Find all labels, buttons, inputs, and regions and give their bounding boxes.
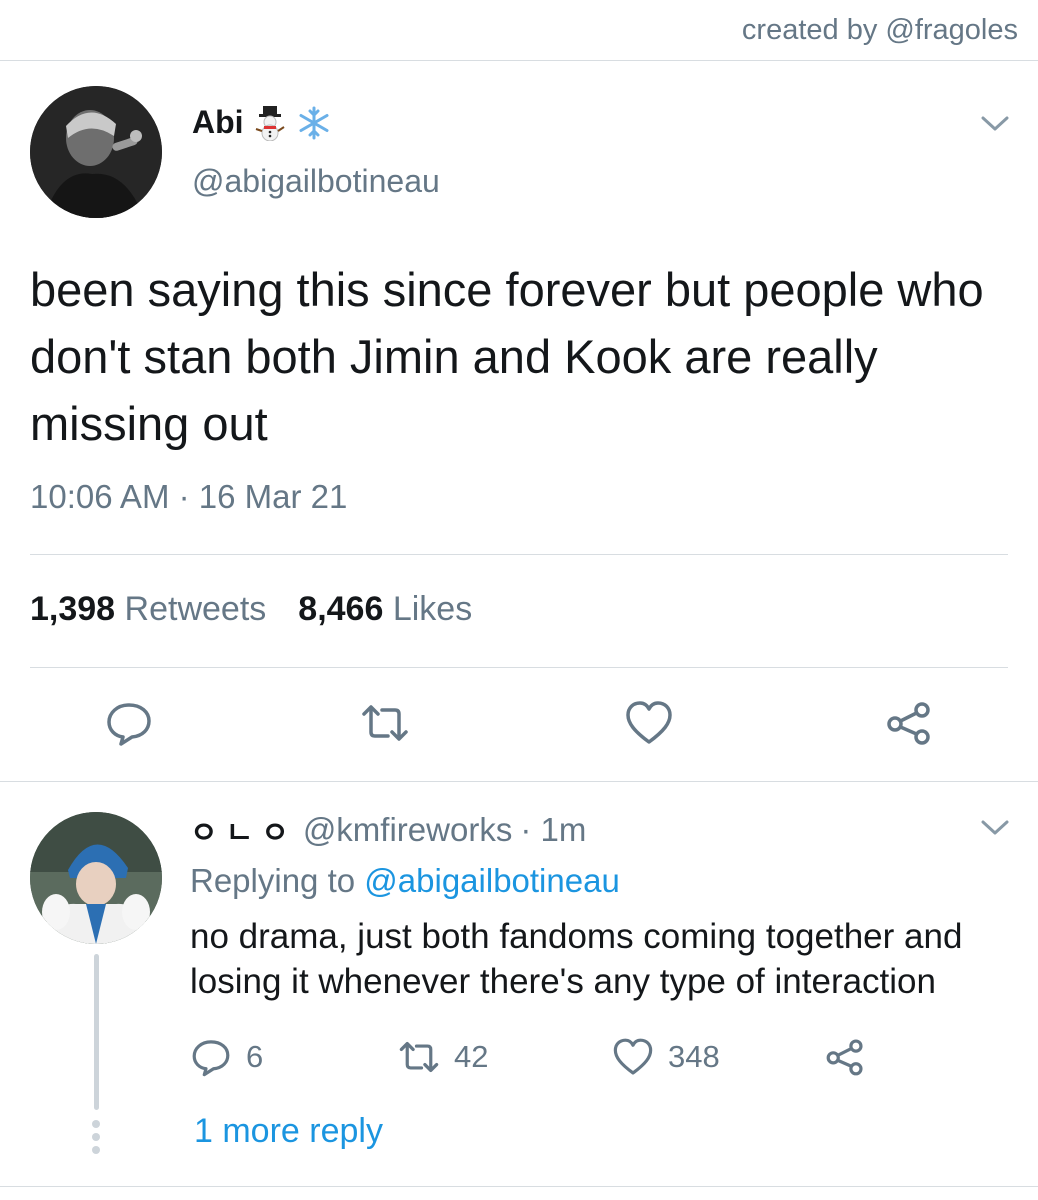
reply-author-avatar[interactable] xyxy=(30,812,162,944)
reply-header: ㅇㄴㅇ @kmfireworks · 1m xyxy=(190,808,586,852)
reply-time: · 1m xyxy=(520,811,587,848)
replying-to: Replying to @abigailbotineau xyxy=(190,862,620,900)
snowman-icon xyxy=(252,105,288,141)
top-divider xyxy=(0,60,1038,61)
reply-retweet-count: 42 xyxy=(454,1039,489,1074)
reply-retweet-action[interactable]: 42 xyxy=(398,1036,488,1078)
like-icon[interactable] xyxy=(624,698,674,748)
snowflake-icon xyxy=(296,105,332,141)
likes-stat[interactable]: 8,466 Likes xyxy=(298,590,472,629)
timestamp-separator: · xyxy=(178,478,190,515)
tweet-timestamp[interactable]: 10:06 AM · 16 Mar 21 xyxy=(30,478,347,516)
tweet-date: 16 Mar 21 xyxy=(198,478,348,515)
reply-icon xyxy=(192,1040,230,1077)
divider xyxy=(30,554,1008,555)
reply-text: no drama, just both fandoms coming toget… xyxy=(190,917,963,1001)
divider xyxy=(30,667,1008,668)
author-name[interactable]: Abi xyxy=(192,104,332,141)
retweet-icon[interactable] xyxy=(360,698,410,748)
retweets-stat[interactable]: 1,398 Retweets xyxy=(30,590,266,629)
replying-to-handle[interactable]: @abigailbotineau xyxy=(364,862,620,899)
like-icon xyxy=(613,1038,653,1075)
credit-text: created by @fragoles xyxy=(741,14,1018,46)
chevron-down-icon[interactable] xyxy=(980,114,1010,134)
tweet-text: been saying this since forever but peopl… xyxy=(30,263,984,450)
share-icon[interactable] xyxy=(884,698,934,748)
reply-count: 6 xyxy=(246,1039,264,1074)
reply-like-action[interactable]: 348 xyxy=(612,1036,720,1078)
divider xyxy=(0,1186,1038,1187)
share-icon xyxy=(826,1039,863,1076)
reply-author-name[interactable]: ㅇㄴㅇ xyxy=(190,808,297,852)
retweets-count: 1,398 xyxy=(30,590,116,628)
reply-icon[interactable] xyxy=(104,698,154,748)
reply-reply-action[interactable]: 6 xyxy=(190,1036,263,1078)
thread-line xyxy=(94,954,99,1110)
retweets-label: Retweets xyxy=(124,590,267,628)
tweet-stats: 1,398 Retweets 8,466 Likes xyxy=(30,590,472,629)
thread-dots xyxy=(92,1120,102,1154)
retweet-icon xyxy=(399,1041,439,1073)
likes-label: Likes xyxy=(392,590,473,628)
author-handle[interactable]: @abigailbotineau xyxy=(192,163,440,200)
chevron-down-icon[interactable] xyxy=(980,818,1010,838)
divider xyxy=(0,781,1038,782)
reply-author-handle[interactable]: @kmfireworks xyxy=(303,811,513,849)
author-name-text: Abi xyxy=(192,104,244,140)
more-replies-link[interactable]: 1 more reply xyxy=(194,1112,383,1151)
author-avatar[interactable] xyxy=(30,86,162,218)
reply-like-count: 348 xyxy=(668,1039,720,1074)
likes-count: 8,466 xyxy=(298,590,384,628)
tweet-time: 10:06 AM xyxy=(30,478,170,515)
reply-share-action[interactable] xyxy=(824,1036,866,1078)
replying-prefix: Replying to xyxy=(190,862,356,899)
